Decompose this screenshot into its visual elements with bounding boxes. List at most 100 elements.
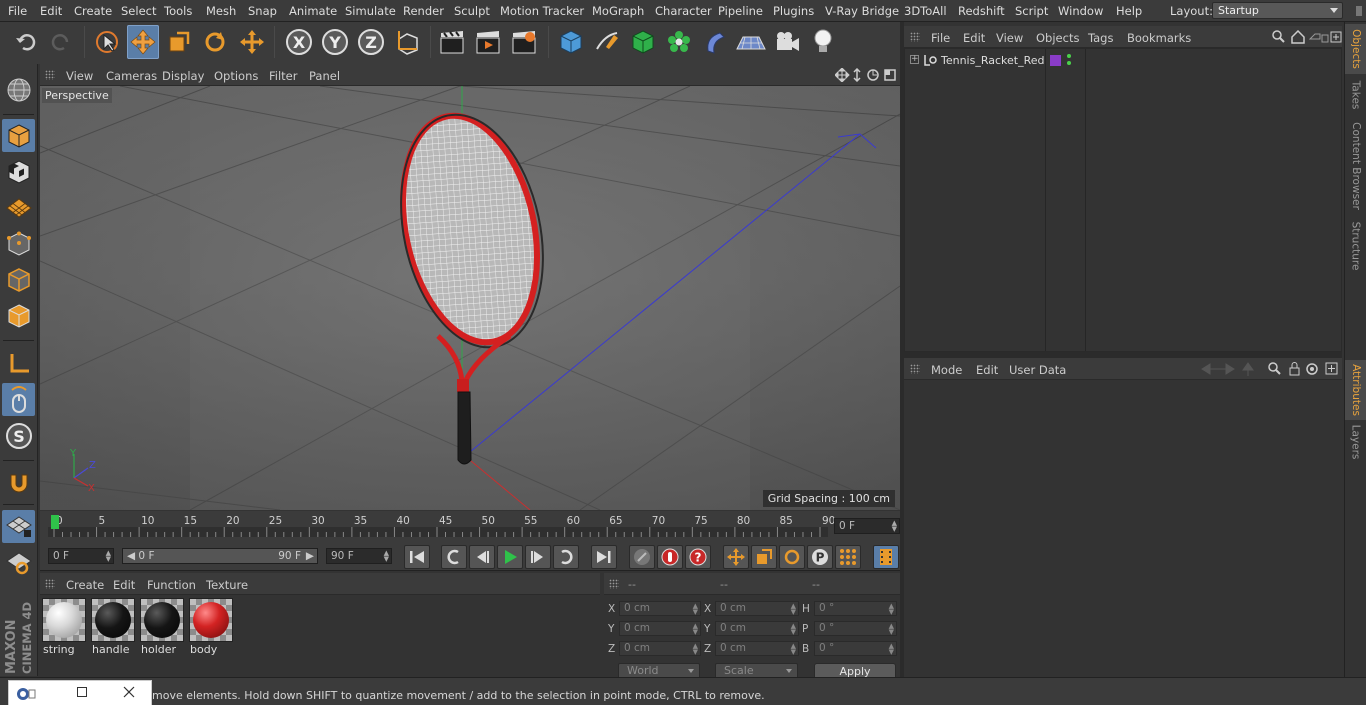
goto-end-button[interactable] — [591, 545, 617, 569]
menu-3dtoall[interactable]: 3DToAll — [904, 4, 947, 18]
menu-snap[interactable]: Snap — [248, 4, 277, 18]
goto-next-key-button[interactable] — [553, 545, 579, 569]
spinner-icon[interactable]: ▲ ▼ — [693, 623, 698, 636]
menu-file[interactable]: File — [8, 4, 27, 18]
orbit-icon[interactable] — [867, 69, 879, 81]
live-selection-button[interactable] — [91, 25, 123, 59]
y-axis-lock-button[interactable]: Y — [319, 25, 351, 59]
tab-layers[interactable]: Layers — [1345, 422, 1366, 462]
maximize-view-icon[interactable] — [884, 69, 896, 81]
start-frame-field[interactable]: 0 F ▲ ▼ — [48, 548, 114, 564]
key-position-button[interactable] — [723, 545, 749, 569]
autokey-button[interactable]: ? — [685, 545, 711, 569]
menu-mesh[interactable]: Mesh — [206, 4, 236, 18]
lock-icon[interactable] — [1289, 362, 1300, 376]
menu-character[interactable]: Character — [655, 4, 712, 18]
solo-mode-button[interactable]: S — [2, 419, 35, 452]
up-arrow-icon[interactable] — [1242, 362, 1254, 376]
material-menu-create[interactable]: Create — [66, 578, 104, 592]
pen-spline-button[interactable] — [591, 25, 623, 59]
object-menu-objects[interactable]: Objects — [1036, 31, 1079, 45]
spinner-icon[interactable]: ▲ ▼ — [693, 643, 698, 656]
close-icon[interactable] — [123, 686, 135, 698]
menu-tools[interactable]: Tools — [164, 4, 192, 18]
spinner-icon[interactable]: ▲ ▼ — [791, 623, 796, 636]
spinner-icon[interactable]: ▲ ▼ — [693, 603, 698, 616]
home-icon[interactable] — [1291, 30, 1305, 44]
material-menu-texture[interactable]: Texture — [206, 578, 248, 592]
viewport-menu-display[interactable]: Display — [162, 69, 204, 83]
search-icon[interactable] — [1272, 30, 1285, 43]
workplane-mode-button[interactable] — [2, 191, 35, 224]
menu-select[interactable]: Select — [121, 4, 156, 18]
menu-vray-bridge[interactable]: V-Ray Bridge — [825, 4, 899, 18]
material-menu-edit[interactable]: Edit — [113, 578, 135, 592]
menu-sculpt[interactable]: Sculpt — [454, 4, 490, 18]
range-right-arrow-icon[interactable]: ▶ — [306, 549, 314, 563]
viewport-camera-label[interactable]: Perspective — [42, 88, 112, 103]
forward-arrow-icon[interactable] — [1216, 363, 1235, 375]
deformer-button[interactable] — [699, 25, 731, 59]
edges-mode-button[interactable] — [2, 263, 35, 296]
timeline-window-button[interactable] — [873, 545, 899, 569]
scale-tool-button[interactable] — [163, 25, 195, 59]
pos-x-field[interactable]: 0 cm ▲ ▼ — [619, 601, 701, 616]
timeline-ruler[interactable]: 0 5 10 15 20 25 30 35 40 45 50 55 60 65 70 75 80 85 90 0 F… — [40, 511, 900, 541]
spinner-icon[interactable]: ▲ ▼ — [384, 550, 389, 563]
key-pla-button[interactable] — [835, 545, 861, 569]
cube-primitive-button[interactable] — [555, 25, 587, 59]
undo-button[interactable] — [10, 25, 42, 59]
menu-plugins[interactable]: Plugins — [773, 4, 814, 18]
lock-icon[interactable] — [1321, 34, 1329, 43]
key-rotation-button[interactable] — [779, 545, 805, 569]
object-name[interactable]: Tennis_Racket_Red — [941, 54, 1045, 67]
material-swatch-string[interactable]: string — [42, 598, 86, 656]
record-keys-button[interactable] — [629, 545, 655, 569]
current-frame-field[interactable]: 0 F ▲ ▼ — [834, 518, 900, 534]
rot-h-field[interactable]: 0 ° ▲ ▼ — [814, 601, 897, 616]
goto-start-button[interactable] — [404, 545, 430, 569]
spinner-icon[interactable]: ▲ ▼ — [889, 643, 894, 656]
menu-redshift[interactable]: Redshift — [958, 4, 1005, 18]
object-layer-tag[interactable] — [1050, 55, 1061, 66]
navigate-icon[interactable] — [1308, 33, 1321, 40]
tab-takes[interactable]: Takes — [1345, 76, 1366, 114]
subdivision-surface-button[interactable] — [627, 25, 659, 59]
app-icon[interactable] — [15, 686, 37, 702]
rot-p-field[interactable]: 0 ° ▲ ▼ — [814, 621, 897, 636]
size-x-field[interactable]: 0 cm ▲ ▼ — [715, 601, 799, 616]
search-icon[interactable] — [1268, 362, 1281, 375]
spinner-icon[interactable]: ▲ ▼ — [791, 643, 796, 656]
model-mode-button[interactable] — [2, 119, 35, 152]
pos-y-field[interactable]: 0 cm ▲ ▼ — [619, 621, 701, 636]
object-row[interactable]: + Tennis_Racket_Red — [905, 51, 1341, 69]
material-menu-function[interactable]: Function — [147, 578, 196, 592]
material-swatch-handle[interactable]: handle — [91, 598, 135, 656]
z-axis-lock-button[interactable]: Z — [355, 25, 387, 59]
tab-structure[interactable]: Structure — [1345, 218, 1366, 274]
light-button[interactable] — [807, 25, 839, 59]
menu-motion-tracker[interactable]: Motion Tracker — [500, 4, 584, 18]
attribute-menu-mode[interactable]: Mode — [931, 363, 962, 377]
goto-prev-key-button[interactable] — [441, 545, 467, 569]
viewport-menu-filter[interactable]: Filter — [269, 69, 297, 83]
render-settings-button[interactable] — [508, 25, 540, 59]
x-axis-lock-button[interactable]: X — [283, 25, 315, 59]
target-icon[interactable] — [1306, 363, 1318, 375]
rotate-tool-button[interactable] — [199, 25, 231, 59]
workplane-align-button[interactable] — [2, 546, 35, 579]
attribute-menu-user-data[interactable]: User Data — [1009, 363, 1066, 377]
object-menu-tags[interactable]: Tags — [1088, 31, 1113, 45]
texture-mode-button[interactable] — [2, 155, 35, 188]
key-scale-button[interactable] — [751, 545, 777, 569]
prev-frame-button[interactable] — [469, 545, 495, 569]
material-swatch-holder[interactable]: holder — [140, 598, 184, 656]
object-menu-bookmarks[interactable]: Bookmarks — [1127, 31, 1191, 45]
perspective-viewport[interactable]: Y Z X Perspective Grid Spacing : 100 cm — [40, 86, 900, 510]
next-frame-button[interactable] — [525, 545, 551, 569]
menu-edit[interactable]: Edit — [40, 4, 62, 18]
viewport-menu-view[interactable]: View — [66, 69, 93, 83]
move-tool-button[interactable] — [127, 25, 159, 59]
points-mode-button[interactable] — [2, 227, 35, 260]
pan-icon[interactable] — [835, 68, 850, 82]
